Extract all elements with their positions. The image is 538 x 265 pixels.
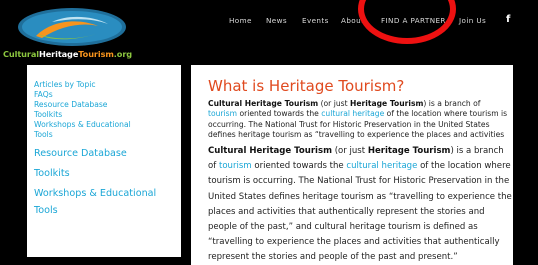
sidebar-item-tools-large[interactable]: Tools (34, 205, 58, 216)
logo-word-heritage: Heritage (38, 49, 79, 59)
text-segment: (or just (331, 146, 368, 156)
sidebar-item-toolkits[interactable]: Toolkits (34, 110, 62, 119)
sidebar-item-toolkits-large[interactable]: Toolkits (34, 168, 70, 179)
logo-wordmark: CulturalHeritageTourism.org (3, 49, 132, 59)
text-segment: oriented towards the (237, 109, 322, 119)
intro-paragraph-large: Cultural Heritage Tourism (or just Herit… (208, 144, 513, 265)
term-heritage-tourism: Heritage Tourism (350, 99, 424, 108)
red-highlight-circle (358, 0, 456, 44)
logo-word-tourism: Tourism (78, 49, 114, 59)
term-cultural-heritage-tourism: Cultural Heritage Tourism (208, 99, 319, 108)
nav-home[interactable]: Home (229, 16, 252, 25)
text-segment: oriented towards the (251, 161, 347, 172)
intro-paragraph-small: Cultural Heritage Tourism (or just Herit… (208, 99, 508, 141)
sidebar-item-resource-database-large[interactable]: Resource Database (34, 148, 127, 159)
nav-events[interactable]: Events (302, 16, 329, 25)
nav-join-us[interactable]: Join Us (459, 16, 486, 25)
sidebar-item-articles-by-topic[interactable]: Articles by Topic (34, 80, 96, 89)
link-cultural-heritage[interactable]: cultural heritage (321, 109, 384, 118)
sidebar: Articles by Topic FAQs Resource Database… (27, 65, 181, 257)
logo-word-org: .org (113, 49, 133, 59)
sidebar-item-workshops-large[interactable]: Workshops & Educational (34, 188, 156, 199)
text-segment: ) is a branch of (423, 99, 481, 108)
term-cultural-heritage-tourism: Cultural Heritage Tourism (208, 146, 332, 156)
sidebar-item-workshops[interactable]: Workshops & Educational (34, 120, 131, 129)
text-segment: of the location where tourism is occurri… (208, 161, 512, 263)
page-title: What is Heritage Tourism? (208, 77, 405, 95)
logo-swoosh-icon (18, 8, 126, 46)
link-tourism[interactable]: tourism (208, 109, 237, 118)
link-tourism[interactable]: tourism (219, 161, 252, 171)
main-content: What is Heritage Tourism? Cultural Herit… (191, 65, 513, 265)
logo-word-cultural: Cultural (3, 49, 39, 59)
link-cultural-heritage[interactable]: cultural heritage (346, 161, 417, 171)
term-heritage-tourism: Heritage Tourism (367, 146, 451, 156)
sidebar-item-resource-database[interactable]: Resource Database (34, 100, 107, 109)
sidebar-item-tools[interactable]: Tools (34, 130, 53, 139)
sidebar-item-faqs[interactable]: FAQs (34, 90, 53, 99)
nav-news[interactable]: News (266, 16, 287, 25)
text-segment: (or just (318, 99, 350, 108)
facebook-icon[interactable]: f (506, 14, 511, 25)
